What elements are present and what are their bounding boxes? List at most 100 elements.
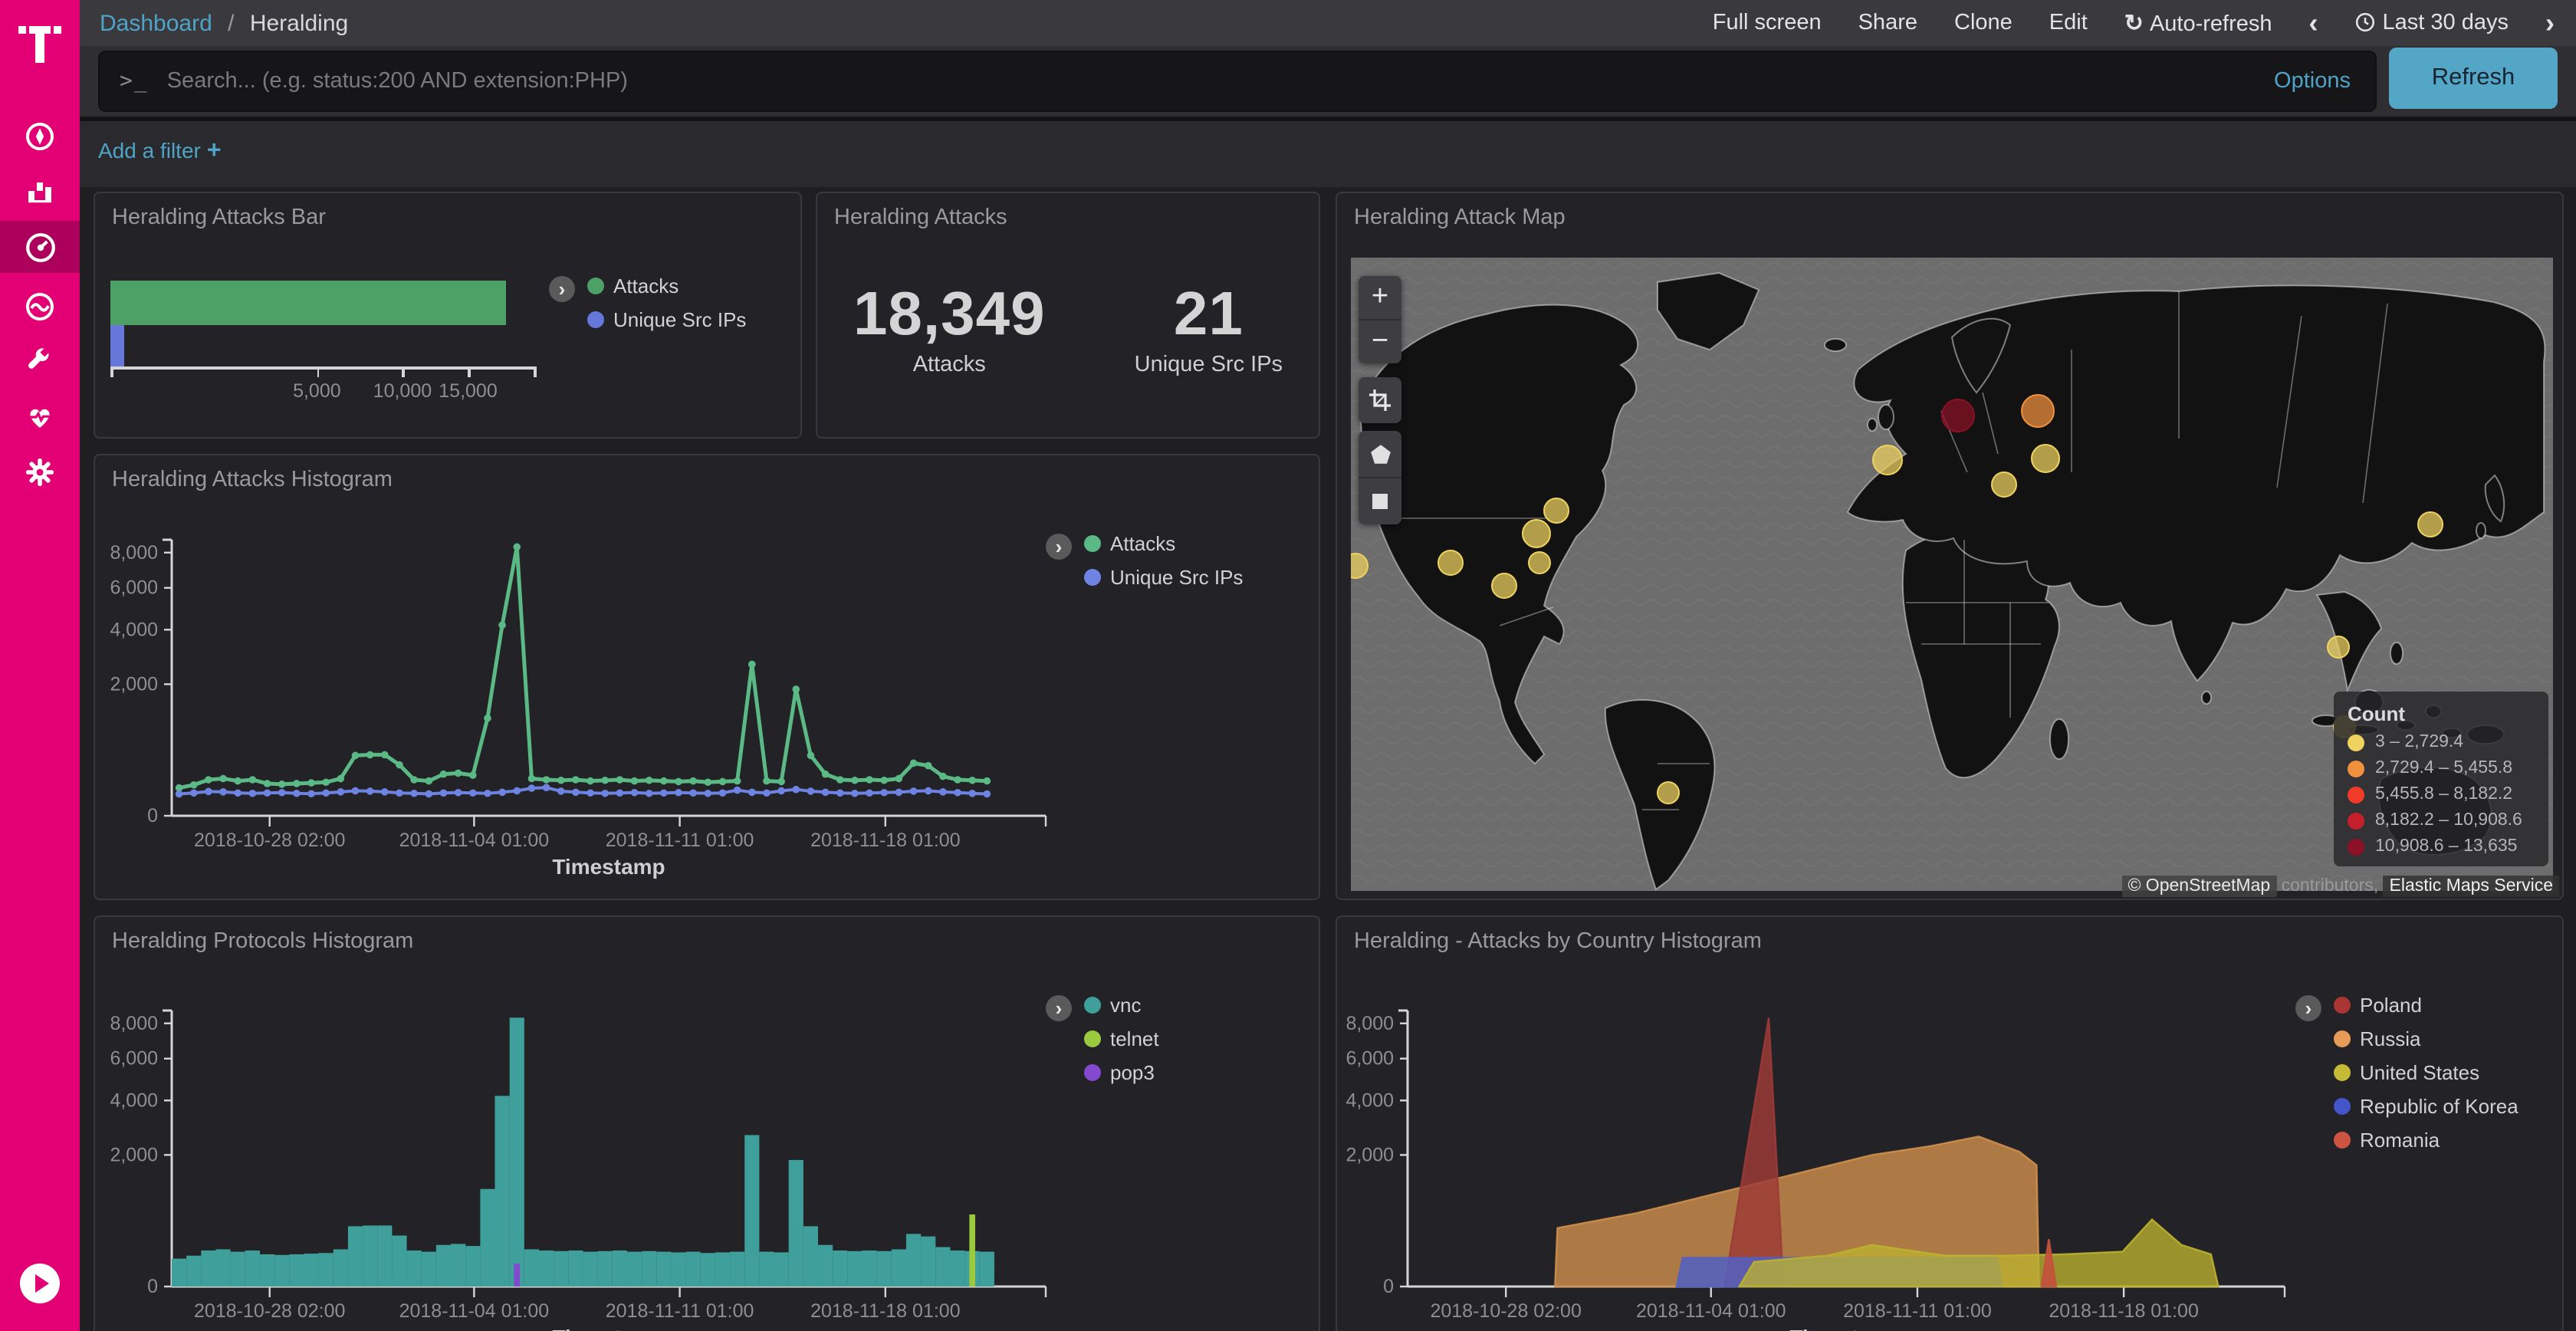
map-legend-item: 2,729.4 – 5,455.8 xyxy=(2348,759,2535,777)
add-filter-link[interactable]: Add a filter+ xyxy=(98,138,222,166)
attack-location-point[interactable] xyxy=(1941,399,1975,432)
legend-toggle-icon[interactable]: › xyxy=(2295,995,2321,1021)
time-range-picker[interactable]: Last 30 days xyxy=(2355,11,2509,35)
osm-attribution-link[interactable]: © OpenStreetMap xyxy=(2121,876,2276,897)
axis-tick-label: 15,000 xyxy=(439,380,497,402)
svg-text:2,000: 2,000 xyxy=(110,1144,158,1165)
attack-location-point[interactable] xyxy=(1543,498,1569,524)
panel-title: Heralding Attacks xyxy=(834,205,1007,230)
svg-text:2018-11-18 01:00: 2018-11-18 01:00 xyxy=(810,830,961,851)
panel-attack-map: Heralding Attack Map xyxy=(1336,192,2564,900)
sidebar-item-visualize[interactable] xyxy=(0,167,80,213)
nav-actions: Full screen Share Clone Edit ↻Auto-refre… xyxy=(1713,9,2555,37)
legend-item[interactable]: Russia xyxy=(2334,1027,2518,1050)
legend-item[interactable]: Poland xyxy=(2334,994,2518,1017)
svg-text:8,000: 8,000 xyxy=(110,1013,158,1034)
legend-color-dot xyxy=(2348,838,2364,855)
svg-text:2018-11-18 01:00: 2018-11-18 01:00 xyxy=(2049,1300,2199,1322)
search-input[interactable] xyxy=(164,67,2274,95)
svg-text:6,000: 6,000 xyxy=(1346,1048,1394,1070)
attack-location-point[interactable] xyxy=(1521,519,1550,548)
legend-range-label: 5,455.8 – 8,182.2 xyxy=(2375,785,2512,804)
legend-item[interactable]: Attacks xyxy=(1084,532,1243,555)
map-draw-rectangle-button[interactable] xyxy=(1359,478,1401,524)
compass-icon xyxy=(25,121,55,152)
sidebar-item-dev-tools[interactable] xyxy=(0,339,80,385)
share-button[interactable]: Share xyxy=(1858,11,1917,35)
legend-item[interactable]: Romania xyxy=(2334,1129,2518,1152)
attack-location-point[interactable] xyxy=(1438,550,1464,577)
legend-color-dot xyxy=(587,278,604,294)
attack-location-point[interactable] xyxy=(2020,394,2054,428)
svg-text:2018-11-18 01:00: 2018-11-18 01:00 xyxy=(810,1300,961,1322)
legend-item[interactable]: pop3 xyxy=(1084,1061,1159,1084)
axis-tick xyxy=(110,366,113,377)
svg-text:Timestamp: Timestamp xyxy=(1789,1326,1902,1331)
crop-icon xyxy=(1369,389,1391,411)
bar-attacks[interactable] xyxy=(110,281,506,325)
sidebar-item-discover[interactable] xyxy=(0,113,80,159)
sidebar-item-timelion[interactable] xyxy=(0,284,80,330)
search-options-link[interactable]: Options xyxy=(2274,69,2351,94)
breadcrumb-current-page: Heralding xyxy=(250,10,348,36)
map-zoom-in-button[interactable]: + xyxy=(1359,276,1401,320)
sidebar-item-dashboard[interactable] xyxy=(0,221,80,273)
refresh-button[interactable]: Refresh xyxy=(2389,48,2558,109)
edit-button[interactable]: Edit xyxy=(2049,11,2088,35)
attack-location-point[interactable] xyxy=(1528,550,1551,573)
attack-location-point[interactable] xyxy=(1490,572,1516,598)
panel-title: Heralding Attack Map xyxy=(1354,205,1566,230)
axis-tick-label: 5,000 xyxy=(293,380,341,402)
legend-item[interactable]: United States xyxy=(2334,1061,2518,1084)
clone-button[interactable]: Clone xyxy=(1954,11,2013,35)
top-navbar: Dashboard / Heralding Full screen Share … xyxy=(80,0,2576,46)
legend-toggle-icon[interactable]: › xyxy=(1046,995,1072,1021)
time-next-button[interactable]: › xyxy=(2545,9,2555,37)
svg-text:0: 0 xyxy=(1383,1276,1394,1297)
legend-item[interactable]: Unique Src IPs xyxy=(1084,566,1243,589)
svg-text:2018-11-04 01:00: 2018-11-04 01:00 xyxy=(399,830,550,851)
dashboard-gauge-icon xyxy=(24,231,56,263)
map-draw-polygon-button[interactable] xyxy=(1359,431,1401,478)
sidebar-item-monitoring[interactable] xyxy=(0,394,80,440)
legend-label: Poland xyxy=(2360,994,2422,1017)
svg-text:2,000: 2,000 xyxy=(110,673,158,695)
protocols-histogram-chart[interactable]: 02,0004,0006,0008,0002018-10-28 02:00201… xyxy=(95,917,1319,1331)
attack-location-point[interactable] xyxy=(2031,444,2060,473)
axis-tick xyxy=(317,366,319,377)
legend-item[interactable]: Attacks xyxy=(587,274,746,297)
square-icon xyxy=(1369,491,1391,512)
legend-toggle-icon[interactable]: › xyxy=(1046,534,1072,560)
panel-attacks-bar: Heralding Attacks Bar 5,00010,00015,000 … xyxy=(94,192,802,439)
legend-item[interactable]: vnc xyxy=(1084,994,1159,1017)
legend-item[interactable]: Unique Src IPs xyxy=(587,308,746,331)
panel-title: Heralding - Attacks by Country Histogram xyxy=(1354,929,1762,954)
attack-location-point[interactable] xyxy=(1992,472,2018,498)
legend-item[interactable]: Republic of Korea xyxy=(2334,1095,2518,1118)
map-legend-item: 3 – 2,729.4 xyxy=(2348,733,2535,751)
map-zoom-out-button[interactable]: − xyxy=(1359,320,1401,363)
t-mobile-logo[interactable] xyxy=(17,15,63,64)
legend-color-dot xyxy=(2334,1132,2351,1149)
legend-color-dot xyxy=(1084,569,1101,586)
bar-unique-src-ips[interactable] xyxy=(110,325,123,366)
auto-refresh-button[interactable]: ↻Auto-refresh xyxy=(2124,9,2272,37)
full-screen-button[interactable]: Full screen xyxy=(1713,11,1822,35)
attack-location-point[interactable] xyxy=(2328,636,2351,659)
legend-item[interactable]: telnet xyxy=(1084,1027,1159,1050)
svg-text:2018-11-11 01:00: 2018-11-11 01:00 xyxy=(606,1300,754,1322)
legend-toggle-icon[interactable]: › xyxy=(549,276,575,302)
attack-location-point[interactable] xyxy=(1657,781,1680,804)
sidebar-item-management[interactable] xyxy=(0,449,80,495)
time-prev-button[interactable]: ‹ xyxy=(2309,9,2318,37)
svg-text:2018-11-11 01:00: 2018-11-11 01:00 xyxy=(1843,1300,1992,1322)
attacks-histogram-chart[interactable]: 02,0004,0006,0008,0002018-10-28 02:00201… xyxy=(95,455,1319,899)
sidebar-collapse-button[interactable] xyxy=(20,1264,60,1303)
breadcrumb-dashboard-link[interactable]: Dashboard xyxy=(100,10,212,36)
attack-location-point[interactable] xyxy=(1873,444,1904,475)
map-fit-bounds-button[interactable] xyxy=(1359,377,1401,423)
ems-attribution-link[interactable]: Elastic Maps Service xyxy=(2384,876,2559,897)
legend-label: Attacks xyxy=(613,274,678,297)
breadcrumb: Dashboard / Heralding xyxy=(100,10,348,36)
attack-location-point[interactable] xyxy=(2417,511,2443,537)
